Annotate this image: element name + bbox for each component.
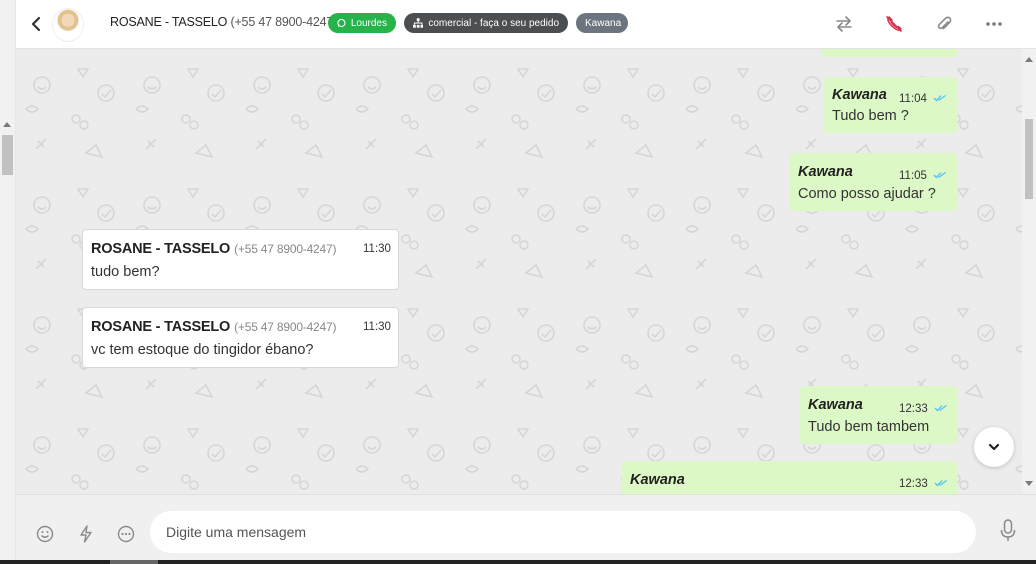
quick-replies-button[interactable] (75, 523, 97, 545)
ellipsis-icon (986, 22, 1002, 26)
left-scrollbar[interactable] (0, 0, 16, 564)
message-text: Como posso ajudar ? (798, 186, 936, 202)
department-tag[interactable]: comercial - faça o seu pedido (404, 13, 568, 33)
chat-header: ROSANE - TASSELO (+55 47 8900-4247) Lour… (16, 0, 1036, 49)
paperclip-icon (937, 16, 952, 30)
transfer-button[interactable] (834, 14, 854, 34)
scroll-up-arrow[interactable] (1025, 57, 1033, 62)
message-sender-phone: (+55 47 8900-4247) (234, 320, 337, 334)
back-button[interactable] (26, 14, 46, 34)
chevron-left-icon (31, 16, 41, 32)
message-bubble-outgoing[interactable]: Kawana 11:04 Tudo bem ? (824, 77, 957, 133)
avatar[interactable] (52, 8, 84, 42)
message-sender-line: ROSANE - TASSELO (+55 47 8900-4247) (91, 241, 336, 257)
message-sender: ROSANE - TASSELO (91, 241, 231, 257)
message-text: vc tem estoque do tingidor ébano? (91, 342, 314, 358)
double-check-icon (934, 479, 947, 487)
bottom-edge (0, 560, 1036, 564)
double-check-icon (934, 404, 947, 412)
scroll-down-arrow[interactable] (1025, 481, 1033, 486)
message-list[interactable]: Kawana 11:04 Tudo bem ? Kawana 11:05 Com… (16, 49, 1022, 494)
message-time: 12:33 (899, 403, 928, 415)
message-input[interactable] (150, 511, 976, 553)
scroll-to-bottom-button[interactable] (974, 427, 1014, 467)
message-list-scrollbar[interactable] (1022, 49, 1036, 494)
sitemap-icon (413, 18, 424, 28)
message-sender: ROSANE - TASSELO (91, 319, 231, 335)
scrollbar-thumb[interactable] (2, 135, 13, 175)
message-bubble-partial (822, 49, 957, 57)
transfer-arrows-icon (836, 16, 852, 32)
chat-bubble-dots-icon (117, 525, 135, 543)
scrollbar-thumb[interactable] (1025, 119, 1033, 199)
contact-name: ROSANE - TASSELO (110, 15, 228, 29)
message-time: 12:33 (899, 478, 928, 490)
message-bubble-outgoing[interactable]: Kawana 11:05 Como posso ajudar ? (790, 153, 957, 211)
more-options-button[interactable] (984, 14, 1004, 34)
message-sender: Kawana (798, 164, 853, 180)
phone-slash-icon (886, 16, 902, 32)
message-time: 11:30 (363, 321, 391, 333)
emoji-button[interactable] (34, 523, 56, 545)
message-text: Tudo bem ? (832, 108, 909, 124)
message-time: 11:30 (363, 243, 391, 255)
message-bubble-incoming[interactable]: ROSANE - TASSELO (+55 47 8900-4247) 11:30… (82, 229, 399, 290)
agent-tag-label: Lourdes (350, 17, 387, 29)
smiley-icon (36, 525, 54, 543)
chat-options-button[interactable] (115, 523, 137, 545)
lightning-icon (80, 525, 92, 543)
user-tag[interactable]: Kawana (576, 13, 628, 33)
message-text: Tudo bem tambem (808, 419, 930, 435)
message-sender: Kawana (630, 472, 685, 488)
scroll-up-arrow[interactable] (3, 122, 11, 127)
message-sender-phone: (+55 47 8900-4247) (234, 242, 337, 256)
message-bubble-outgoing[interactable]: Kawana 12:33 (622, 461, 957, 494)
voice-record-button[interactable] (997, 519, 1019, 542)
message-composer (16, 494, 1036, 564)
message-text: tudo bem? (91, 264, 160, 280)
end-call-button[interactable] (884, 14, 904, 34)
message-sender: Kawana (832, 87, 887, 103)
contact-phone: (+55 47 8900-4247) (230, 15, 338, 29)
whatsapp-icon (337, 18, 346, 28)
double-check-icon (933, 171, 946, 179)
chevron-down-icon (988, 443, 1000, 451)
double-check-icon (933, 94, 946, 102)
department-tag-label: comercial - faça o seu pedido (428, 17, 559, 29)
message-sender-line: ROSANE - TASSELO (+55 47 8900-4247) (91, 319, 336, 335)
message-time: 11:05 (899, 170, 927, 182)
message-time: 11:04 (899, 93, 927, 105)
message-bubble-incoming[interactable]: ROSANE - TASSELO (+55 47 8900-4247) 11:30… (82, 307, 399, 368)
attach-button[interactable] (934, 14, 954, 34)
agent-tag[interactable]: Lourdes (328, 13, 396, 33)
contact-title[interactable]: ROSANE - TASSELO (+55 47 8900-4247) (110, 15, 337, 29)
user-tag-label: Kawana (585, 17, 622, 29)
microphone-icon (1000, 519, 1016, 541)
message-sender: Kawana (808, 397, 863, 413)
message-bubble-outgoing[interactable]: Kawana 12:33 Tudo bem tambem (800, 386, 957, 444)
